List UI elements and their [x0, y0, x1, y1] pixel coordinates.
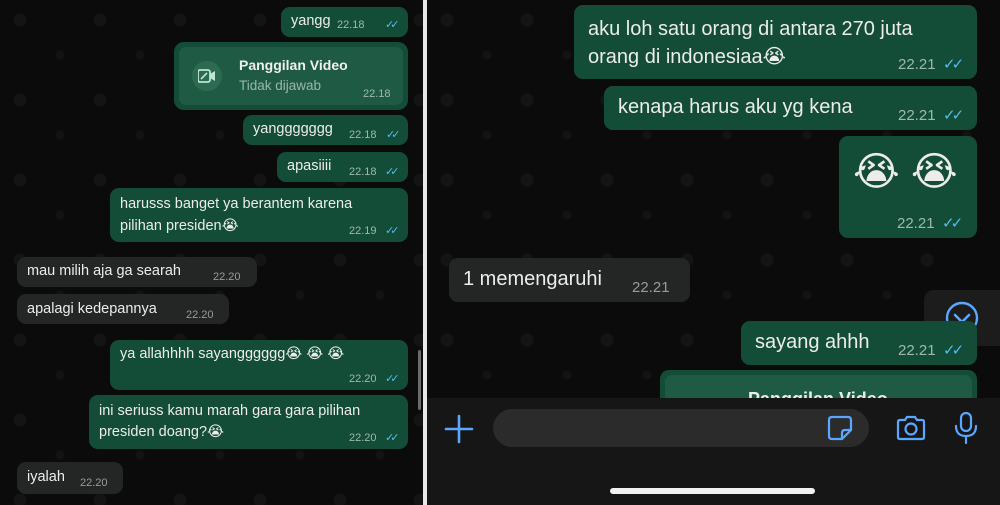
home-indicator[interactable]: [610, 488, 815, 494]
call-title: Panggilan Video: [239, 57, 348, 73]
message-text: ya allahhhh sayangggggg😭 😭 😭: [120, 346, 345, 362]
video-call-card[interactable]: Panggilan Video Tidak dijawab 22.18: [174, 42, 408, 110]
message-time: 22.21: [898, 107, 936, 124]
message-bubble-out[interactable]: aku loh satu orang di antara 270 juta or…: [574, 5, 977, 79]
message-input-bar: [427, 398, 1000, 505]
message-bubble-out[interactable]: yangg 22.18 ✓✓: [281, 7, 408, 37]
message-time: 22.21: [898, 56, 936, 73]
message-text: yanggggggg: [253, 121, 333, 137]
message-time: 22.18: [337, 19, 365, 31]
message-bubble-in[interactable]: mau milih aja ga searah 22.20: [17, 257, 257, 287]
emoji-message: 😭 😭: [853, 150, 958, 194]
camera-icon[interactable]: [895, 414, 927, 442]
message-text: apasiiii: [287, 158, 332, 174]
message-time: 22.18: [349, 166, 377, 178]
message-bubble-out[interactable]: yanggggggg 22.18 ✓✓: [243, 115, 408, 145]
message-time: 22.21: [897, 215, 935, 232]
message-text: yangg: [291, 13, 331, 29]
message-bubble-out[interactable]: 😭 😭 22.21 ✓✓: [839, 136, 977, 238]
message-bubble-out[interactable]: sayang ahhh 22.21 ✓✓: [741, 321, 977, 365]
message-bubble-in[interactable]: 1 memengaruhi 22.21: [449, 258, 690, 302]
chat-right-panel: aku loh satu orang di antara 270 juta or…: [427, 0, 1000, 505]
read-tick-icon: ✓✓: [385, 19, 400, 31]
call-subtitle: Tidak dijawab: [239, 78, 322, 93]
message-bubble-in[interactable]: apalagi kedepannya 22.20: [17, 294, 229, 324]
read-tick-icon: ✓✓: [386, 129, 401, 141]
message-bubble-out[interactable]: harusss banget ya berantem karena piliha…: [110, 188, 408, 242]
message-time: 22.20: [349, 373, 377, 385]
read-tick-icon: ✓✓: [385, 432, 400, 444]
message-text: 1 memengaruhi: [463, 268, 602, 290]
message-text-line1: ini seriuss kamu marah gara gara pilihan: [99, 403, 361, 419]
message-time: 22.20: [213, 271, 241, 283]
message-bubble-out[interactable]: apasiiii 22.18 ✓✓: [277, 152, 408, 182]
message-bubble-in[interactable]: iyalah 22.20: [17, 462, 123, 494]
video-call-icon: [192, 61, 222, 91]
message-time: 22.20: [186, 309, 214, 321]
call-time: 22.18: [363, 88, 391, 100]
scrollbar-thumb[interactable]: [418, 350, 421, 410]
message-time: 22.21: [632, 279, 670, 296]
message-text: apalagi kedepannya: [27, 301, 157, 317]
message-bubble-out[interactable]: ini seriuss kamu marah gara gara pilihan…: [89, 395, 408, 449]
read-tick-icon: ✓✓: [943, 342, 964, 359]
read-tick-icon: ✓✓: [943, 107, 964, 124]
message-text-line2: presiden doang?😭: [99, 424, 224, 440]
message-time: 22.21: [898, 342, 936, 359]
message-text-line1: harusss banget ya berantem karena: [120, 196, 353, 212]
message-time: 22.20: [349, 432, 377, 444]
read-tick-icon: ✓✓: [385, 225, 400, 237]
message-text: kenapa harus aku yg kena: [618, 96, 853, 118]
read-tick-icon: ✓✓: [385, 373, 400, 385]
message-text: mau milih aja ga searah: [27, 263, 181, 279]
message-text: iyalah: [27, 469, 65, 485]
video-call-inner: Panggilan Video Tidak dijawab 22.18: [179, 47, 403, 105]
sticker-icon[interactable]: [827, 415, 853, 441]
read-tick-icon: ✓✓: [385, 166, 400, 178]
message-text-line1: aku loh satu orang di antara 270 juta: [588, 18, 913, 40]
message-time: 22.19: [349, 225, 377, 237]
plus-icon[interactable]: [444, 414, 474, 444]
message-time: 22.18: [349, 129, 377, 141]
message-text-line2: pilihan presiden😭: [120, 218, 239, 234]
chat-left-panel: yangg 22.18 ✓✓ Panggilan Video Tidak dij…: [0, 0, 423, 505]
message-input[interactable]: [493, 409, 869, 447]
message-bubble-out[interactable]: kenapa harus aku yg kena 22.21 ✓✓: [604, 86, 977, 130]
message-text-line2: orang di indonesiaa😭: [588, 46, 786, 68]
message-time: 22.20: [80, 477, 108, 489]
message-bubble-out[interactable]: ya allahhhh sayangggggg😭 😭 😭 22.20 ✓✓: [110, 340, 408, 390]
message-text: sayang ahhh: [755, 331, 870, 353]
microphone-icon[interactable]: [953, 411, 979, 445]
read-tick-icon: ✓✓: [943, 56, 964, 73]
read-tick-icon: ✓✓: [942, 215, 963, 232]
